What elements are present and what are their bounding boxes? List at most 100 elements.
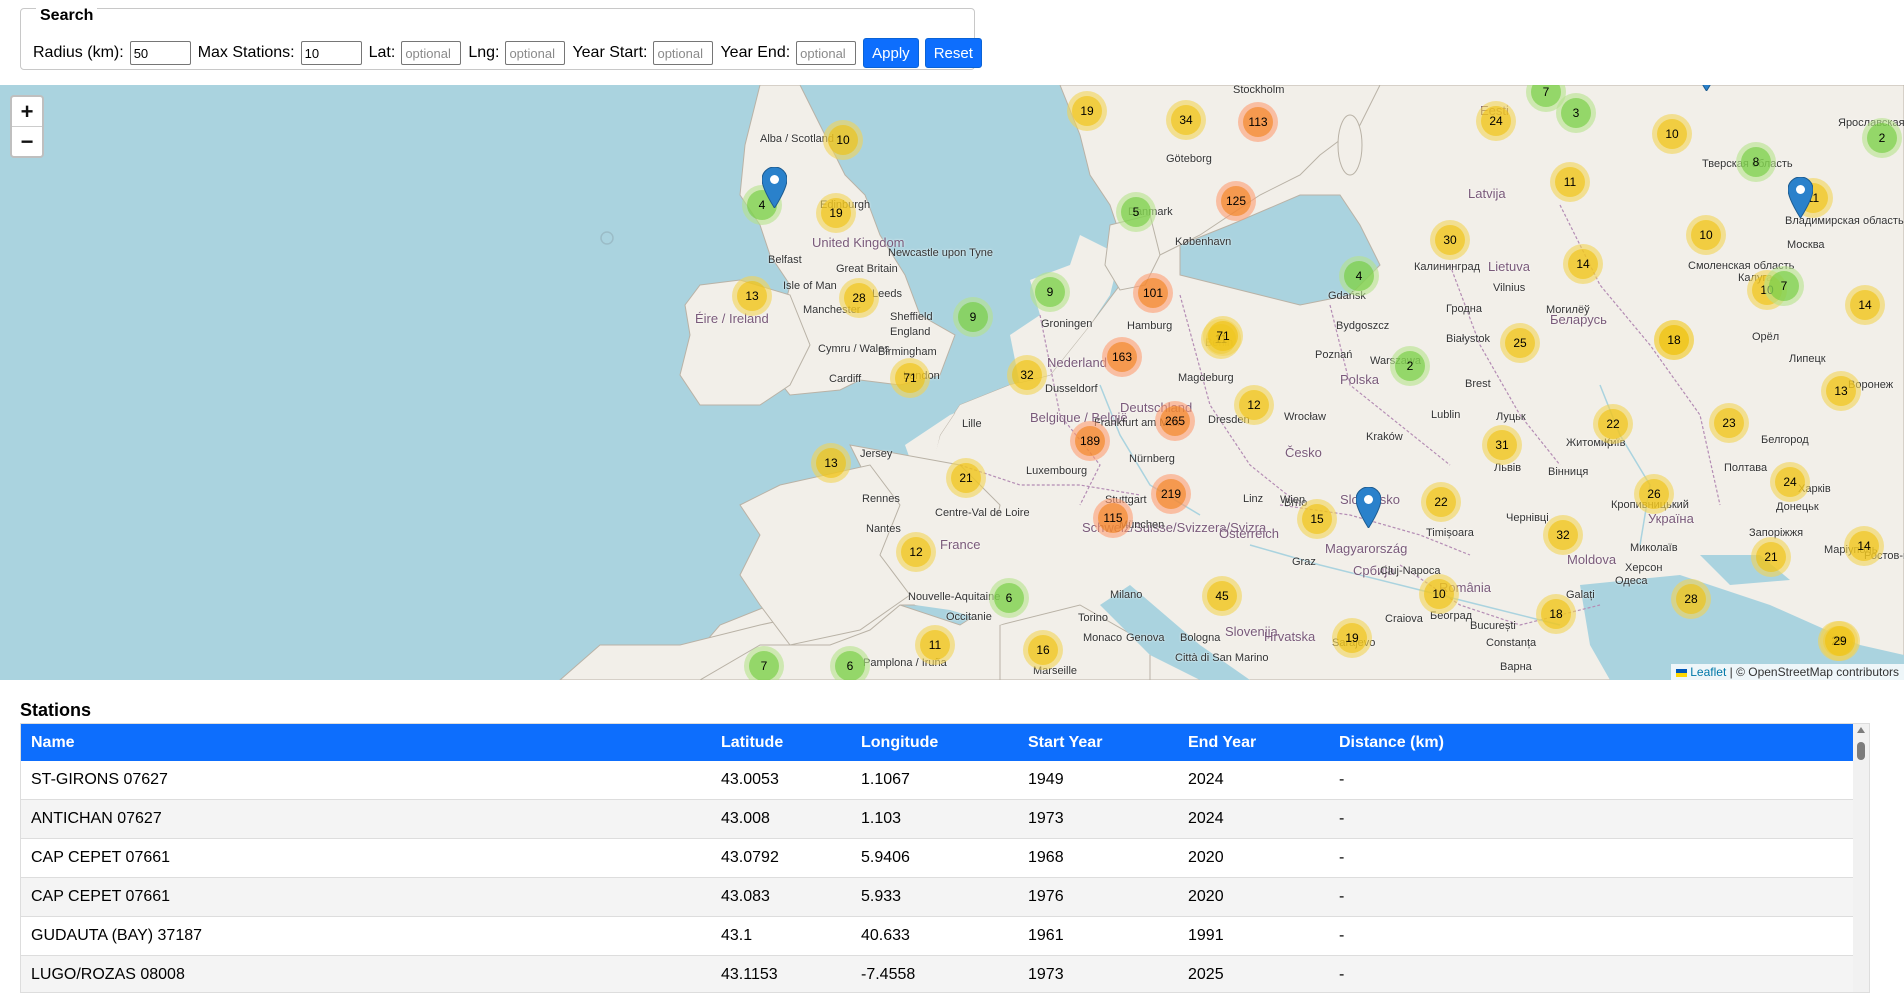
table-row[interactable]: GUDAUTA (BAY) 37187 43.1 40.633 1961 1991- bbox=[21, 916, 1869, 956]
station-cluster[interactable]: 34 bbox=[1166, 100, 1206, 140]
max-stations-input[interactable] bbox=[300, 41, 362, 65]
stations-table-container[interactable]: Name Latitude Longitude Start Year End Y… bbox=[20, 723, 1870, 993]
station-marker[interactable] bbox=[762, 167, 787, 208]
station-cluster[interactable]: 219 bbox=[1151, 474, 1191, 514]
table-row[interactable]: ANTICHAN 07627 43.008 1.103 1973 2024- bbox=[21, 799, 1869, 839]
table-row[interactable]: CAP CEPET 07661 43.0792 5.9406 1968 2020- bbox=[21, 838, 1869, 878]
station-cluster[interactable]: 71 bbox=[890, 358, 930, 398]
station-cluster[interactable]: 15 bbox=[1297, 499, 1337, 539]
station-cluster[interactable]: 16 bbox=[1023, 630, 1063, 670]
station-cluster[interactable]: 21 bbox=[1751, 537, 1791, 577]
table-row[interactable]: CAP CEPET 07661 43.083 5.933 1976 2020- bbox=[21, 877, 1869, 917]
station-cluster[interactable]: 32 bbox=[1543, 515, 1583, 555]
station-cluster[interactable]: 24 bbox=[1770, 462, 1810, 502]
station-cluster[interactable]: 14 bbox=[1845, 285, 1885, 325]
table-scrollbar[interactable] bbox=[1853, 724, 1869, 992]
station-cluster[interactable]: 19 bbox=[816, 193, 856, 233]
column-header-end-year[interactable]: End Year bbox=[1178, 724, 1329, 761]
station-cluster[interactable]: 19 bbox=[1332, 618, 1372, 658]
station-cluster[interactable]: 30 bbox=[1430, 220, 1470, 260]
station-cluster[interactable]: 113 bbox=[1238, 102, 1278, 142]
station-cluster[interactable]: 28 bbox=[839, 278, 879, 318]
station-cluster[interactable]: 13 bbox=[732, 276, 772, 316]
station-cluster[interactable]: 265 bbox=[1155, 401, 1195, 441]
zoom-in-button[interactable]: + bbox=[12, 97, 42, 126]
station-cluster[interactable]: 13 bbox=[811, 443, 851, 483]
station-cluster[interactable]: 6 bbox=[830, 646, 870, 680]
station-cluster[interactable]: 101 bbox=[1133, 273, 1173, 313]
station-cluster[interactable]: 22 bbox=[1593, 404, 1633, 444]
station-cluster[interactable]: 24 bbox=[1476, 101, 1516, 141]
lng-input[interactable] bbox=[505, 41, 566, 65]
reset-button[interactable]: Reset bbox=[924, 38, 982, 68]
table-row[interactable]: ST-GIRONS 07627 43.0053 1.1067 1949 2024- bbox=[21, 761, 1869, 800]
column-header-distance[interactable]: Distance (km) bbox=[1329, 724, 1869, 761]
column-header-latitude[interactable]: Latitude bbox=[711, 724, 851, 761]
cluster-count: 13 bbox=[1826, 376, 1856, 406]
station-cluster[interactable]: 29 bbox=[1820, 621, 1860, 661]
column-header-longitude[interactable]: Longitude bbox=[851, 724, 1018, 761]
year-end-input[interactable] bbox=[796, 41, 857, 65]
station-cluster[interactable]: 21 bbox=[946, 458, 986, 498]
station-cluster[interactable]: 7 bbox=[744, 646, 784, 680]
station-cluster[interactable]: 28 bbox=[1671, 579, 1711, 619]
station-cluster[interactable]: 10 bbox=[823, 120, 863, 160]
map-place-label: Occitanie bbox=[946, 611, 992, 623]
station-cluster[interactable]: 6 bbox=[989, 578, 1029, 618]
station-cluster[interactable]: 23 bbox=[1709, 403, 1749, 443]
station-cluster[interactable]: 45 bbox=[1202, 576, 1242, 616]
station-marker[interactable] bbox=[1788, 177, 1813, 218]
station-cluster[interactable]: 7 bbox=[1764, 266, 1804, 306]
apply-button[interactable]: Apply bbox=[863, 38, 919, 68]
station-cluster[interactable]: 25 bbox=[1500, 323, 1540, 363]
cell-name: ANTICHAN 07627 bbox=[21, 799, 711, 839]
station-cluster[interactable]: 163 bbox=[1102, 337, 1142, 377]
station-cluster[interactable]: 14 bbox=[1563, 244, 1603, 284]
column-header-name[interactable]: Name bbox=[21, 724, 711, 761]
column-header-start-year[interactable]: Start Year bbox=[1018, 724, 1178, 761]
station-cluster[interactable]: 14 bbox=[1844, 526, 1884, 566]
lat-input[interactable] bbox=[401, 41, 462, 65]
station-cluster[interactable]: 10 bbox=[1419, 574, 1459, 614]
station-cluster[interactable]: 2 bbox=[1862, 118, 1902, 158]
station-cluster[interactable]: 189 bbox=[1070, 421, 1110, 461]
station-cluster[interactable]: 12 bbox=[1234, 385, 1274, 425]
scroll-thumb[interactable] bbox=[1857, 742, 1865, 760]
station-cluster[interactable]: 12 bbox=[896, 532, 936, 572]
station-marker[interactable] bbox=[1356, 487, 1381, 528]
station-cluster[interactable]: 4 bbox=[1339, 256, 1379, 296]
station-cluster[interactable]: 18 bbox=[1536, 594, 1576, 634]
station-cluster[interactable]: 9 bbox=[1030, 272, 1070, 312]
map-place-label: Hrvatska bbox=[1264, 629, 1316, 644]
station-cluster[interactable]: 5 bbox=[1116, 192, 1156, 232]
map-place-label: Belfast bbox=[768, 254, 802, 266]
station-cluster[interactable]: 22 bbox=[1421, 482, 1461, 522]
station-cluster[interactable]: 115 bbox=[1093, 498, 1133, 538]
station-marker[interactable] bbox=[1694, 85, 1719, 91]
station-cluster[interactable]: 11 bbox=[915, 625, 955, 665]
station-cluster[interactable]: 10 bbox=[1652, 114, 1692, 154]
station-cluster[interactable]: 13 bbox=[1821, 371, 1861, 411]
radius-input[interactable] bbox=[129, 41, 191, 65]
scroll-up-arrow-icon[interactable] bbox=[1857, 727, 1865, 733]
station-cluster[interactable]: 8 bbox=[1736, 142, 1776, 182]
station-cluster[interactable]: 125 bbox=[1216, 181, 1256, 221]
stations-map[interactable]: Alba / ScotlandEdinburghUnited KingdomGr… bbox=[0, 85, 1904, 680]
station-cluster[interactable]: 32 bbox=[1007, 355, 1047, 395]
cell-name: GUDAUTA (BAY) 37187 bbox=[21, 916, 711, 956]
station-cluster[interactable]: 2 bbox=[1390, 346, 1430, 386]
year-start-input[interactable] bbox=[653, 41, 714, 65]
cell-distance: - bbox=[1329, 877, 1869, 917]
station-cluster[interactable]: 31 bbox=[1482, 425, 1522, 465]
station-cluster[interactable]: 10 bbox=[1686, 215, 1726, 255]
station-cluster[interactable]: 26 bbox=[1634, 474, 1674, 514]
station-cluster[interactable]: 9 bbox=[953, 297, 993, 337]
map-place-label: Luxembourg bbox=[1026, 465, 1088, 477]
table-row[interactable]: LUGO/ROZAS 08008 43.1153 -7.4558 1973 2025- bbox=[21, 955, 1869, 992]
station-cluster[interactable]: 19 bbox=[1067, 91, 1107, 131]
leaflet-link[interactable]: Leaflet bbox=[1690, 665, 1726, 679]
station-cluster[interactable]: 11 bbox=[1550, 162, 1590, 202]
zoom-out-button[interactable]: − bbox=[12, 126, 42, 156]
station-cluster[interactable]: 71 bbox=[1203, 316, 1243, 356]
station-cluster[interactable]: 18 bbox=[1654, 320, 1694, 360]
